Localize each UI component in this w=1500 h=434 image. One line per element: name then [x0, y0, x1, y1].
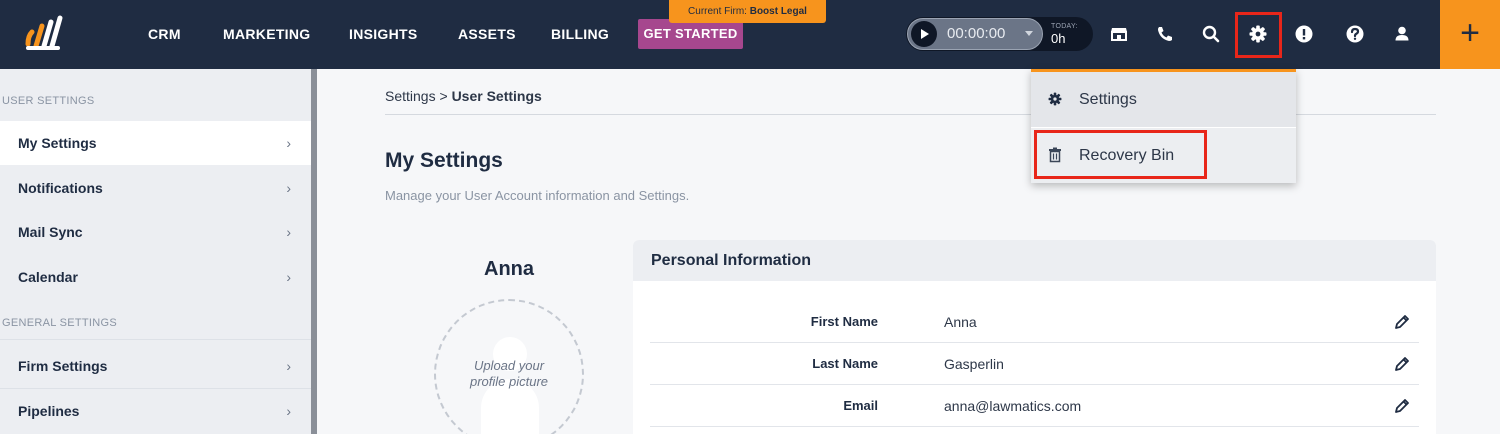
- current-firm-label: Current Firm:: [688, 6, 747, 17]
- add-new-button[interactable]: +: [1440, 0, 1500, 69]
- field-row-email: Email anna@lawmatics.com: [650, 385, 1419, 427]
- sidebar-item-calendar[interactable]: Calendar ›: [0, 255, 311, 299]
- chevron-right-icon: ›: [286, 224, 291, 240]
- timer-pill[interactable]: 00:00:00: [907, 18, 1043, 50]
- sidebar-item-label: Notifications: [18, 180, 103, 196]
- chevron-right-icon: ›: [286, 403, 291, 419]
- nav-marketing[interactable]: MARKETING: [223, 0, 310, 69]
- nav-billing[interactable]: BILLING: [551, 0, 609, 69]
- page-subtitle: Manage your User Account information and…: [385, 188, 690, 203]
- search-icon[interactable]: [1197, 20, 1225, 48]
- current-firm-badge[interactable]: Current Firm: Boost Legal: [669, 0, 826, 23]
- chevron-right-icon: ›: [286, 269, 291, 285]
- nav-assets[interactable]: ASSETS: [458, 0, 516, 69]
- profile-name: Anna: [484, 258, 534, 280]
- field-label: First Name: [810, 314, 878, 329]
- avatar-upload[interactable]: Upload your profile picture: [434, 299, 584, 434]
- phone-icon[interactable]: [1151, 20, 1179, 48]
- sidebar-item-label: Calendar: [18, 269, 78, 285]
- menu-item-settings[interactable]: Settings: [1031, 72, 1296, 127]
- menu-item-label: Settings: [1079, 91, 1137, 108]
- sidebar-divider: [0, 339, 311, 340]
- chevron-right-icon: ›: [286, 135, 291, 151]
- recovery-bin-highlight-box: [1034, 130, 1207, 179]
- field-row-last-name: Last Name Gasperlin: [650, 343, 1419, 385]
- current-firm-name: Boost Legal: [749, 6, 807, 17]
- upload-text: Upload your profile picture: [469, 358, 549, 389]
- time-tracker: 00:00:00 TODAY: 0h: [906, 17, 1093, 51]
- breadcrumb-current: User Settings: [451, 88, 542, 104]
- field-value: anna@lawmatics.com: [944, 398, 1082, 414]
- field-value: Gasperlin: [944, 356, 1004, 372]
- sidebar-item-label: Firm Settings: [18, 358, 108, 374]
- breadcrumb: Settings > User Settings: [385, 88, 542, 104]
- get-started-button[interactable]: GET STARTED: [638, 19, 743, 49]
- field-label: Email: [843, 398, 878, 413]
- sidebar-item-notifications[interactable]: Notifications ›: [0, 166, 311, 210]
- today-label: TODAY:: [1051, 23, 1078, 30]
- top-navbar: CRM MARKETING INSIGHTS ASSETS BILLING GE…: [0, 0, 1500, 69]
- sidebar-item-label: My Settings: [18, 135, 97, 151]
- sidebar-item-firm-settings[interactable]: Firm Settings ›: [0, 344, 311, 388]
- lawmatics-logo-icon[interactable]: [24, 14, 64, 54]
- user-icon[interactable]: [1388, 20, 1416, 48]
- sidebar-item-label: Mail Sync: [18, 224, 83, 240]
- nav-crm[interactable]: CRM: [148, 0, 181, 69]
- sidebar-scrollbar[interactable]: [311, 69, 317, 434]
- help-icon[interactable]: [1341, 20, 1369, 48]
- page-title: My Settings: [385, 149, 503, 172]
- settings-sidebar: USER SETTINGS My Settings › Notification…: [0, 69, 311, 434]
- chevron-right-icon: ›: [286, 180, 291, 196]
- breadcrumb-settings[interactable]: Settings: [385, 88, 436, 104]
- gear-icon: [1048, 92, 1062, 106]
- section-user-settings: USER SETTINGS: [2, 95, 95, 107]
- play-icon[interactable]: [911, 21, 937, 47]
- pencil-icon[interactable]: [1393, 397, 1411, 415]
- card-title: Personal Information: [633, 240, 1436, 281]
- alert-icon[interactable]: [1290, 20, 1318, 48]
- sidebar-item-label: Pipelines: [18, 403, 80, 419]
- sidebar-item-pipelines[interactable]: Pipelines ›: [0, 389, 311, 433]
- nav-insights[interactable]: INSIGHTS: [349, 0, 418, 69]
- chevron-right-icon: ›: [286, 358, 291, 374]
- section-general-settings: GENERAL SETTINGS: [2, 317, 118, 329]
- breadcrumb-separator: >: [439, 88, 448, 104]
- chevron-down-icon[interactable]: [1025, 31, 1033, 36]
- timer-time: 00:00:00: [947, 25, 1006, 42]
- personal-information-card: Personal Information First Name Anna Las…: [633, 240, 1436, 434]
- gear-highlight-box: [1235, 12, 1282, 58]
- today-value: 0h: [1051, 31, 1066, 46]
- store-icon[interactable]: [1105, 20, 1133, 48]
- sidebar-item-mail-sync[interactable]: Mail Sync ›: [0, 210, 311, 254]
- sidebar-item-my-settings[interactable]: My Settings ›: [0, 121, 311, 165]
- field-value: Anna: [944, 314, 977, 330]
- pencil-icon[interactable]: [1393, 355, 1411, 373]
- pencil-icon[interactable]: [1393, 313, 1411, 331]
- field-row-first-name: First Name Anna: [650, 301, 1419, 343]
- field-label: Last Name: [812, 356, 878, 371]
